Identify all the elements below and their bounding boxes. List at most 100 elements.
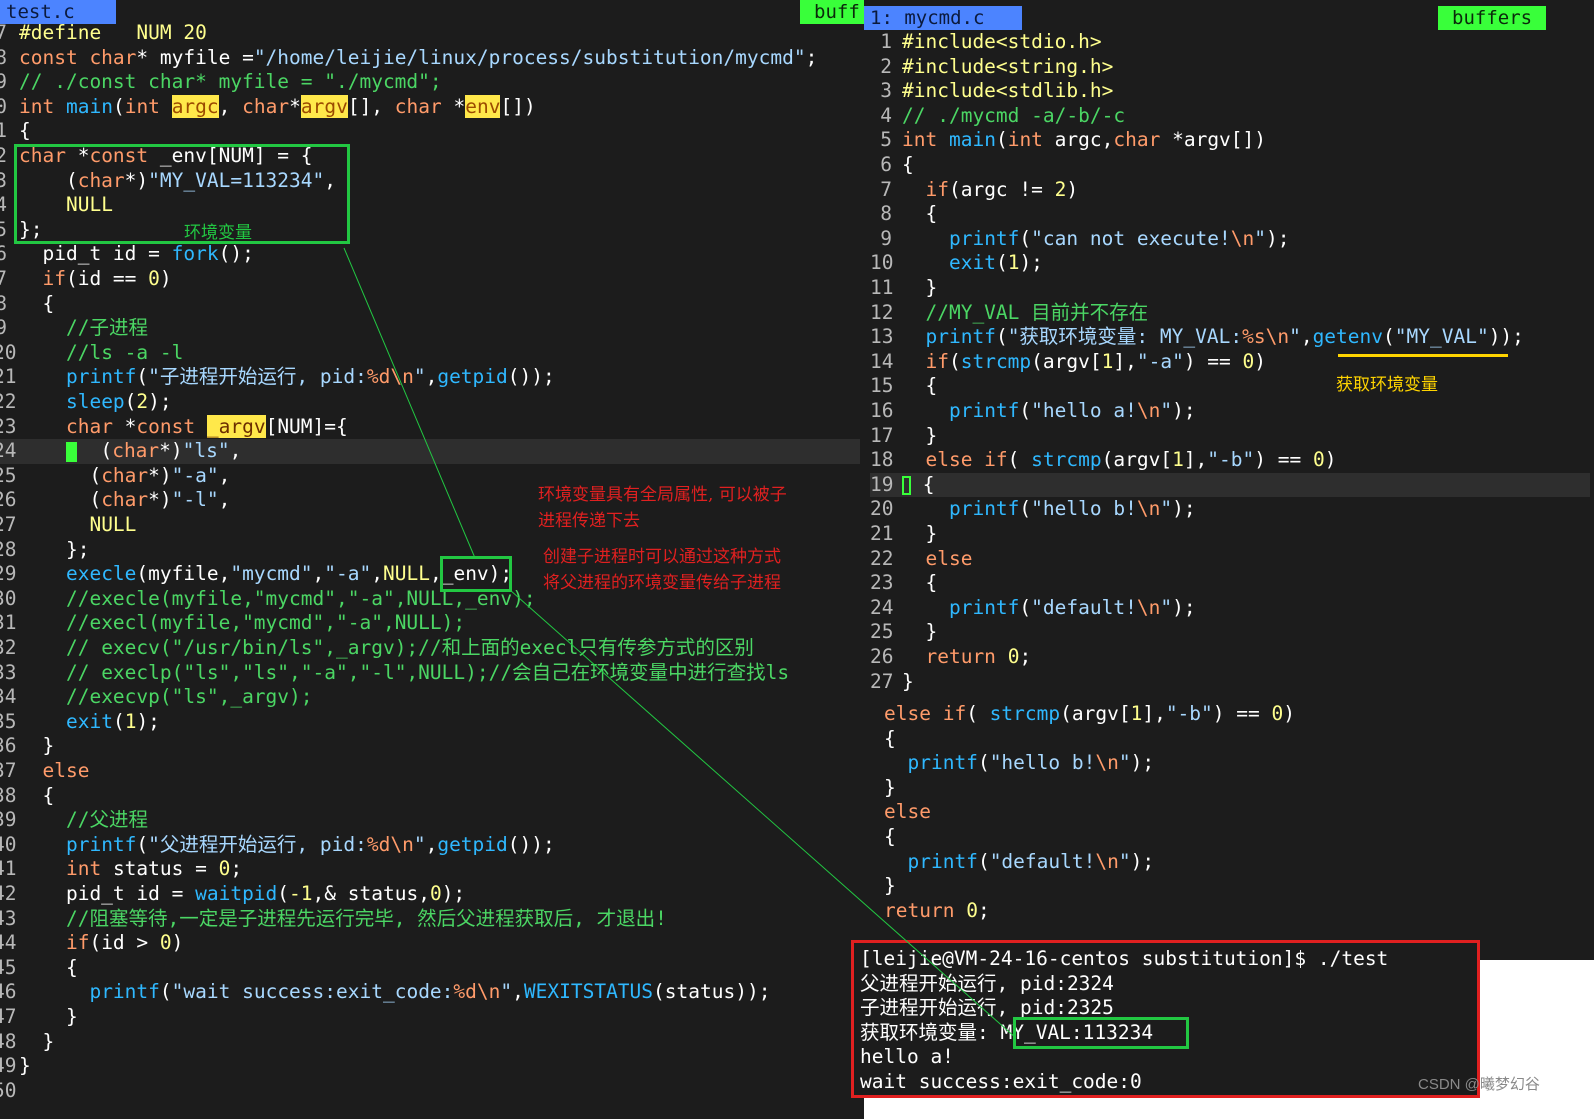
code-line[interactable]: 21 } bbox=[870, 522, 937, 547]
code-token: else bbox=[42, 759, 90, 782]
code-line[interactable]: 18 else if( strcmp(argv[1],"-b") == 0) bbox=[870, 448, 1336, 473]
code-line[interactable]: 6{ bbox=[870, 153, 914, 178]
code-token: (argc != bbox=[948, 177, 1055, 201]
code-line[interactable]: 41 int status = 0; bbox=[0, 857, 242, 882]
code-line[interactable]: 8 { bbox=[0, 292, 54, 317]
code-token: ()); bbox=[507, 365, 555, 389]
code-line[interactable]: 22 sleep(2); bbox=[0, 390, 172, 415]
code-token: ( bbox=[124, 390, 137, 413]
code-line[interactable]: 7 if(argc != 2) bbox=[870, 178, 1078, 203]
line-number: 7 bbox=[880, 177, 892, 201]
code-line[interactable]: 11 } bbox=[870, 276, 937, 301]
code-token: ( bbox=[1007, 448, 1032, 472]
code-line[interactable]: 20 //ls -a -l bbox=[0, 341, 183, 366]
code-line[interactable]: 47 } bbox=[0, 1005, 78, 1030]
code-line[interactable]: 49} bbox=[0, 1054, 31, 1079]
code-token: //MY_VAL 目前并不存在 bbox=[925, 300, 1149, 324]
line-number: 27 bbox=[0, 513, 17, 536]
code-line[interactable]: 4 // ./mycmd -a/-b/-c bbox=[870, 104, 1125, 129]
code-line[interactable]: 43 //阻塞等待,一定是子进程先运行完毕, 然后父进程获取后, 才退出! bbox=[0, 907, 667, 932]
code-line[interactable]: 27 NULL bbox=[0, 513, 136, 538]
line-number: 46 bbox=[0, 980, 17, 1004]
code-line[interactable]: 21 printf("子进程开始运行, pid:%d\n",getpid()); bbox=[0, 365, 555, 390]
line-number: 38 bbox=[0, 783, 17, 807]
code-line[interactable]: 20 printf("hello b!\n"); bbox=[870, 497, 1196, 522]
code-line[interactable]: 7 #define NUM 20 bbox=[0, 21, 207, 46]
code-line[interactable]: 29 execle(myfile,"mycmd","-a",NULL,_env)… bbox=[0, 562, 512, 587]
code-line[interactable]: 25 } bbox=[870, 620, 937, 645]
line-number: 16 bbox=[870, 399, 894, 422]
code-token: #include<string.h> bbox=[902, 54, 1114, 78]
code-line[interactable]: 22 else bbox=[870, 547, 972, 572]
code-token: %d\n bbox=[366, 365, 414, 389]
code-token: 1 bbox=[1101, 349, 1114, 373]
code-line[interactable]: 50 bbox=[0, 1079, 19, 1104]
code-line[interactable]: 12 //MY_VAL 目前并不存在 bbox=[870, 301, 1148, 326]
code-line[interactable]: 33 // execlp("ls","ls","-a","-l",NULL);/… bbox=[0, 661, 789, 686]
code-line[interactable]: 39 //父进程 bbox=[0, 808, 148, 833]
code-line[interactable]: 1{ bbox=[0, 119, 31, 144]
code-line[interactable]: 48 } bbox=[0, 1030, 54, 1055]
code-line[interactable]: 38 { bbox=[0, 784, 54, 809]
code-line[interactable]: 6 pid_t id = fork(); bbox=[0, 242, 254, 267]
code-line[interactable]: 8 { bbox=[870, 202, 937, 227]
code-line[interactable]: 40 printf("父进程开始运行, pid:%d\n",getpid()); bbox=[0, 833, 555, 858]
code-line[interactable]: 8 const char* myfile ="/home/leijie/linux… bbox=[0, 46, 817, 71]
code-line[interactable]: 13 printf("获取环境变量: MY_VAL:%s\n",getenv("… bbox=[870, 325, 1524, 350]
code-line[interactable]: 16 printf("hello a!\n"); bbox=[870, 399, 1196, 424]
code-line[interactable]: 25 (char*)"-a", bbox=[0, 464, 230, 489]
code-line[interactable]: 28 }; bbox=[0, 538, 89, 563]
code-line[interactable]: 5 int main(int argc,char *argv[]) bbox=[870, 128, 1266, 153]
code-line[interactable]: 46 printf("wait success:exit_code:%d\n",… bbox=[0, 980, 770, 1005]
code-token: ,& status, bbox=[312, 882, 430, 905]
code-line[interactable]: 42 pid_t id = waitpid(-1,& status,0); bbox=[0, 882, 465, 907]
code-line[interactable]: 24 printf("default!\n"); bbox=[870, 596, 1196, 621]
code-line[interactable]: 14 if(strcmp(argv[1],"-a") == 0) bbox=[870, 350, 1266, 375]
code-line[interactable]: 23 char *const _argv[NUM]={ bbox=[0, 414, 348, 440]
right-file-tab[interactable]: 1: mycmd.c bbox=[864, 6, 1022, 30]
code-token: * bbox=[289, 94, 301, 118]
code-line[interactable]: 24 (char*)"ls", bbox=[0, 439, 860, 464]
code-token: } bbox=[19, 1005, 78, 1028]
code-line[interactable]: 31 //execl(myfile,"mycmd","-a",NULL); bbox=[0, 611, 465, 636]
code-line[interactable]: 17 } bbox=[870, 424, 937, 449]
code-line[interactable]: 35 exit(1); bbox=[0, 710, 160, 735]
code-line[interactable]: 15 { bbox=[870, 374, 937, 399]
code-line[interactable]: 7 if(id == 0) bbox=[0, 267, 172, 292]
code-line[interactable]: 1 #include<stdio.h> bbox=[870, 30, 1101, 55]
code-token: { bbox=[884, 726, 896, 750]
code-line[interactable]: 27} bbox=[870, 670, 914, 695]
code-token: 2 bbox=[136, 390, 149, 413]
code-line[interactable]: 9 printf("can not execute!\n"); bbox=[870, 227, 1289, 252]
text-cursor bbox=[65, 441, 77, 462]
code-token: return bbox=[884, 898, 955, 922]
code-line[interactable]: 9 // ./const char* myfile = "./mycmd"; bbox=[0, 70, 442, 95]
code-line[interactable]: 10 exit(1); bbox=[870, 251, 1043, 276]
code-line[interactable]: 45 { bbox=[0, 956, 78, 981]
code-line[interactable]: 36 } bbox=[0, 734, 54, 759]
code-line[interactable]: 34 //execvp("ls",_argv); bbox=[0, 685, 313, 710]
code-token: ( bbox=[977, 849, 990, 873]
code-line[interactable]: 0 int main(int argc, char*argv[], char *e… bbox=[0, 94, 536, 120]
code-line[interactable]: 37 else bbox=[0, 759, 89, 784]
code-line[interactable]: 3 #include<stdlib.h> bbox=[870, 79, 1113, 104]
code-token: exit bbox=[948, 251, 996, 275]
code-token: if bbox=[65, 931, 90, 955]
code-line[interactable]: 2 #include<string.h> bbox=[870, 55, 1113, 80]
code-line[interactable]: 26 (char*)"-l", bbox=[0, 488, 230, 513]
code-token: ], bbox=[1142, 702, 1166, 725]
code-token: )); bbox=[1488, 325, 1524, 349]
code-line[interactable]: 23 { bbox=[870, 571, 937, 596]
code-token: ( bbox=[76, 439, 113, 463]
code-line: { bbox=[884, 727, 896, 752]
code-token: ) bbox=[171, 931, 184, 955]
code-line[interactable]: 19 { bbox=[870, 472, 1590, 498]
code-line[interactable]: 26 return 0; bbox=[870, 645, 1031, 670]
code-line[interactable]: 9 //子进程 bbox=[0, 316, 148, 341]
code-line[interactable]: 32 // execv("/usr/bin/ls",_argv);//和上面的e… bbox=[0, 636, 754, 661]
code-line[interactable]: 44 if(id > 0) bbox=[0, 931, 183, 956]
